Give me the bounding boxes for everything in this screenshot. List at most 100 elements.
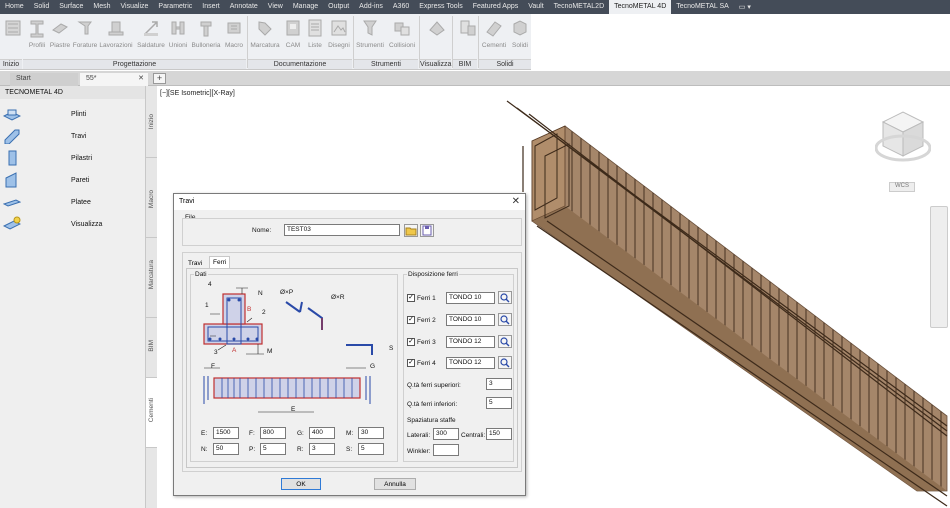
disegni-button[interactable]: Disegni (327, 16, 351, 60)
menu-tecnometal2d[interactable]: TecnoMETAL2D (549, 0, 609, 14)
menu-solid[interactable]: Solid (29, 0, 55, 14)
param-e-input[interactable]: 1500 (213, 427, 239, 439)
ferri-3-checkbox[interactable]: ✓ (407, 338, 415, 346)
visualizza-ribbon-button[interactable] (425, 16, 449, 60)
visualizza-icon (429, 21, 445, 36)
solidi-button[interactable]: Solidi (508, 16, 532, 60)
panel-item-platee[interactable]: Platee (3, 193, 143, 211)
ferri-4-input[interactable]: TONDO 12 (446, 357, 495, 369)
ribbon: Profili Piastre Forature Lavorazioni Sal… (0, 14, 950, 70)
lavorazioni-button[interactable]: Lavorazioni (99, 16, 133, 60)
param-r-input[interactable]: 3 (309, 443, 335, 455)
tab-current-drawing[interactable]: 55* ✕ (80, 73, 148, 86)
diagram-label-m: M (267, 348, 273, 355)
winkler-label: Winkler: (407, 448, 431, 455)
profili-button[interactable]: Profili (25, 16, 49, 60)
qta-inferiori-input[interactable]: 5 (486, 397, 512, 409)
laterali-input[interactable]: 300 (433, 428, 459, 440)
saldature-button[interactable]: Saldature (137, 16, 165, 60)
strumenti-label: Strumenti (356, 42, 384, 49)
ribbon-toggle-icon[interactable]: ▭ ▾ (734, 0, 756, 14)
cam-button[interactable]: CAM (281, 16, 305, 60)
forature-button[interactable]: Forature (73, 16, 97, 60)
menu-express-tools[interactable]: Express Tools (414, 0, 467, 14)
viewcube-icon[interactable] (875, 108, 931, 170)
ferri-2-checkbox[interactable]: ✓ (407, 316, 415, 324)
param-p-input[interactable]: 5 (260, 443, 286, 455)
menu-addins[interactable]: Add-ins (354, 0, 388, 14)
menu-home[interactable]: Home (0, 0, 29, 14)
search-icon (500, 315, 510, 325)
param-f-input[interactable]: 800 (260, 427, 286, 439)
dialog-close-icon[interactable]: ✕ (512, 196, 520, 207)
ferri-1-input[interactable]: TONDO 10 (446, 292, 495, 304)
menu-output[interactable]: Output (323, 0, 354, 14)
nome-input[interactable]: TEST03 (284, 224, 400, 236)
solidi-label: Solidi (512, 42, 528, 49)
wcs-dropdown[interactable]: WCS (889, 182, 915, 192)
bim-button[interactable] (456, 16, 480, 60)
menu-view[interactable]: View (263, 0, 288, 14)
marcatura-button[interactable]: Marcatura (250, 16, 280, 60)
menu-insert[interactable]: Insert (197, 0, 225, 14)
menu-manage[interactable]: Manage (288, 0, 323, 14)
ferri-2-label: Ferri 2 (417, 317, 436, 324)
menu-tecnometal4d[interactable]: TecnoMETAL 4D (609, 0, 672, 14)
liste-icon (308, 19, 322, 37)
liste-button[interactable]: Liste (303, 16, 327, 60)
menu-visualize[interactable]: Visualize (116, 0, 154, 14)
winkler-input[interactable] (433, 444, 459, 456)
tab-start[interactable]: Start (10, 73, 78, 86)
param-m-input[interactable]: 30 (358, 427, 384, 439)
centrali-input[interactable]: 150 (486, 428, 512, 440)
ferri-2-search-button[interactable] (498, 313, 512, 326)
cementi-button[interactable]: Cementi (482, 16, 506, 60)
ferri-2-input[interactable]: TONDO 10 (446, 314, 495, 326)
menu-tecnometal-sa[interactable]: TecnoMETAL SA (671, 0, 734, 14)
bulloneria-icon (200, 21, 212, 37)
panel-item-pilastri[interactable]: Pilastri (3, 149, 143, 167)
panel-item-plinti[interactable]: Plinti (3, 105, 143, 123)
panel-item-travi[interactable]: Travi (3, 127, 143, 145)
ferri-1-search-button[interactable] (498, 291, 512, 304)
panel-item-pareti[interactable]: Pareti (3, 171, 143, 189)
ok-button[interactable]: OK (281, 478, 321, 490)
ferri-4-checkbox[interactable]: ✓ (407, 359, 415, 367)
save-button[interactable] (420, 224, 434, 237)
ferri-1-checkbox[interactable]: ✓ (407, 294, 415, 302)
menu-bar: Home Solid Surface Mesh Visualize Parame… (0, 0, 950, 14)
bulloneria-button[interactable]: Bulloneria (192, 16, 220, 60)
unioni-icon (171, 21, 185, 35)
ferri-3-input[interactable]: TONDO 12 (446, 336, 495, 348)
menu-parametric[interactable]: Parametric (153, 0, 197, 14)
collisioni-icon (394, 22, 410, 36)
search-icon (500, 337, 510, 347)
ferri-3-search-button[interactable] (498, 335, 512, 348)
menu-surface[interactable]: Surface (54, 0, 88, 14)
close-icon[interactable]: ✕ (138, 74, 144, 82)
macro-button[interactable]: Macro (222, 16, 246, 60)
solidi-icon (513, 20, 527, 36)
annulla-button[interactable]: Annulla (374, 478, 416, 490)
travi-dialog: Travi ✕ File Nome: TEST03 Travi Ferri Da… (173, 193, 526, 496)
piastre-button[interactable]: Piastre (48, 16, 72, 60)
navigation-bar[interactable] (930, 206, 948, 328)
unioni-button[interactable]: Unioni (166, 16, 190, 60)
strumenti-button[interactable]: Strumenti (356, 16, 384, 60)
param-s-input[interactable]: 5 (358, 443, 384, 455)
inizio-button[interactable] (3, 16, 23, 60)
menu-annotate[interactable]: Annotate (225, 0, 263, 14)
open-folder-button[interactable] (404, 224, 418, 237)
collisioni-button[interactable]: Collisioni (389, 16, 415, 60)
qta-superiori-input[interactable]: 3 (486, 378, 512, 390)
param-g-input[interactable]: 400 (309, 427, 335, 439)
menu-a360[interactable]: A360 (388, 0, 414, 14)
new-tab-button[interactable]: + (153, 73, 166, 84)
tab-ferri[interactable]: Ferri (209, 256, 231, 268)
panel-item-visualizza[interactable]: Visualizza (3, 215, 143, 233)
ferri-4-search-button[interactable] (498, 356, 512, 369)
param-n-input[interactable]: 50 (213, 443, 239, 455)
menu-vault[interactable]: Vault (523, 0, 548, 14)
menu-mesh[interactable]: Mesh (88, 0, 115, 14)
menu-featured-apps[interactable]: Featured Apps (468, 0, 524, 14)
